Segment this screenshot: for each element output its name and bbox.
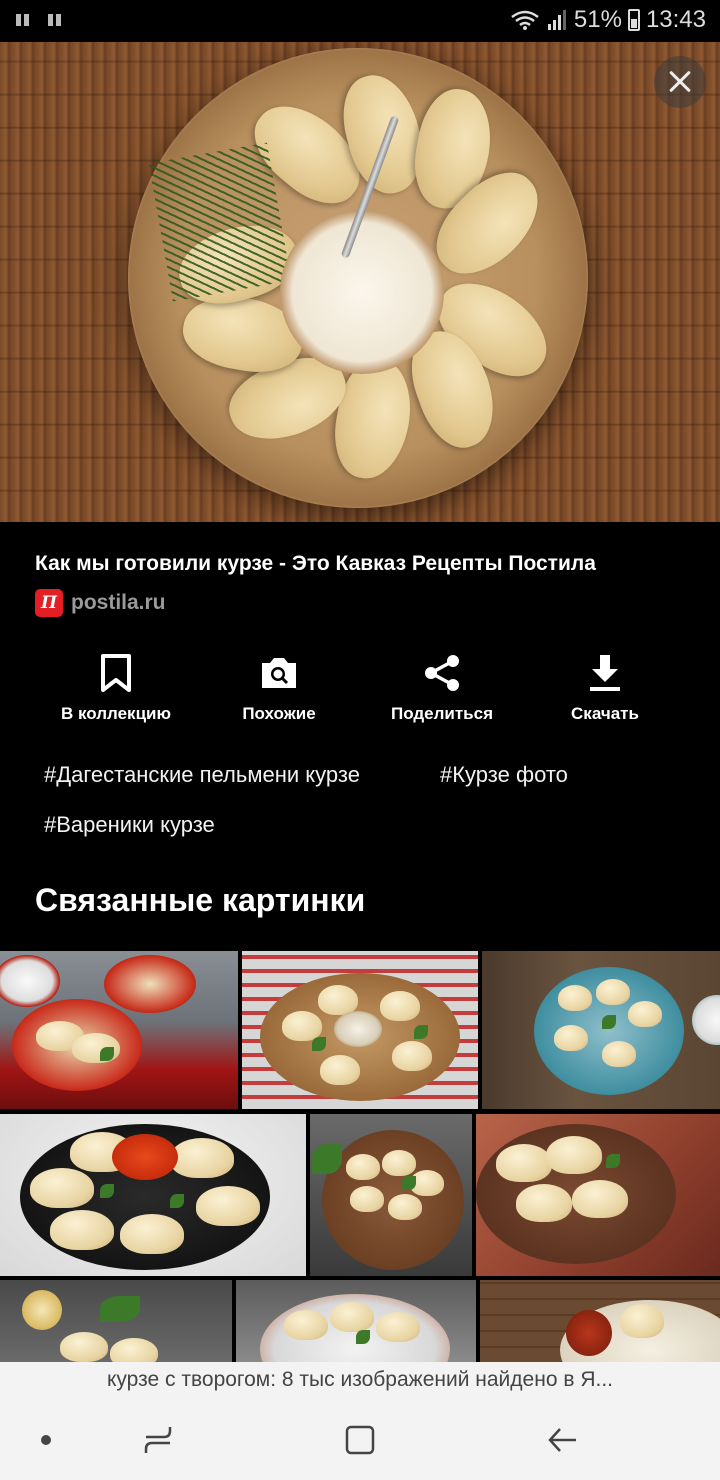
back-button[interactable] [540, 1418, 584, 1462]
tag-link[interactable]: #Дагестанские пельмени курзе [44, 762, 360, 788]
main-image[interactable] [0, 42, 720, 522]
related-image[interactable] [480, 1280, 720, 1362]
home-dot-button[interactable] [24, 1418, 68, 1462]
search-results-caption[interactable]: курзе с творогом: 8 тыс изображений найд… [0, 1362, 720, 1400]
share-label: Поделиться [390, 704, 494, 723]
postila-logo-icon: П [35, 589, 63, 617]
battery-percent: 51% [573, 6, 622, 33]
camera-search-icon [262, 658, 296, 688]
wifi-icon [511, 10, 539, 30]
pause-notification-icon [14, 12, 32, 28]
source-link[interactable]: П postila.ru [35, 589, 166, 617]
image-title[interactable]: Как мы готовили курзе - Это Кавказ Рецеп… [35, 552, 596, 576]
related-image[interactable] [0, 1280, 232, 1362]
share-button[interactable]: Поделиться [362, 648, 522, 724]
status-indicators: 51% 13:43 [510, 6, 706, 34]
related-image[interactable] [476, 1114, 720, 1276]
close-button[interactable] [654, 56, 706, 108]
related-image[interactable] [0, 951, 238, 1109]
tag-link[interactable]: #Вареники курзе [44, 812, 215, 838]
download-button[interactable]: Скачать [525, 648, 685, 724]
recents-icon [144, 1427, 172, 1453]
pause-notification-icon [46, 12, 64, 28]
signal-icon [547, 10, 566, 30]
recents-button[interactable] [136, 1418, 180, 1462]
related-image[interactable] [310, 1114, 472, 1276]
back-arrow-icon [548, 1428, 576, 1452]
download-label: Скачать [571, 704, 639, 723]
source-domain: postila.ru [71, 591, 166, 614]
square-icon [345, 1425, 375, 1455]
related-image[interactable] [0, 1114, 306, 1276]
system-nav-bar [0, 1400, 720, 1480]
status-notifications [14, 12, 64, 28]
download-icon [590, 655, 620, 691]
similar-button[interactable]: Похожие [199, 648, 359, 724]
add-to-collection-button[interactable]: В коллекцию [36, 648, 196, 724]
related-image[interactable] [242, 951, 478, 1109]
action-bar: В коллекцию Похожие Поделиться Скачать [0, 648, 720, 738]
dot-icon [41, 1435, 51, 1445]
related-image[interactable] [482, 951, 720, 1109]
battery-icon [627, 9, 640, 31]
add-to-collection-label: В коллекцию [60, 704, 171, 723]
overview-button[interactable] [338, 1418, 382, 1462]
similar-label: Похожие [242, 704, 316, 723]
sauce-bowl [280, 210, 444, 374]
clock: 13:43 [645, 6, 706, 33]
status-bar: 51% 13:43 [0, 0, 720, 42]
dill-garnish [148, 142, 292, 302]
related-image[interactable] [236, 1280, 476, 1362]
share-icon [425, 655, 459, 691]
bookmark-icon [101, 654, 131, 692]
tag-link[interactable]: #Курзе фото [440, 762, 568, 788]
related-images-heading: Связанные картинки [35, 882, 366, 918]
